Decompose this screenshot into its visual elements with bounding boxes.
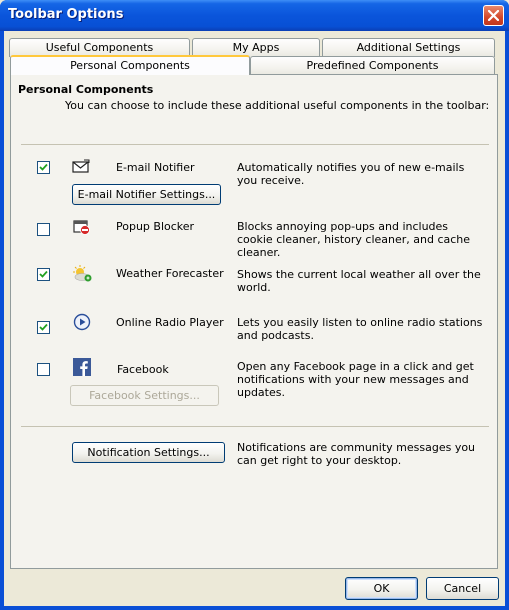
top-divider [21,144,489,145]
ok-button[interactable]: OK [345,577,418,600]
weather-forecaster-label: Weather Forecaster [116,267,224,280]
checkmark-icon [39,163,48,171]
tab-predefined-components[interactable]: Predefined Components [250,56,495,75]
email-notifier-label: E-mail Notifier [116,161,195,174]
online-radio-player-description: Lets you easily listen to online radio s… [237,316,483,342]
bottom-divider [21,426,489,427]
tab-personal-components[interactable]: Personal Components [10,55,250,75]
online-radio-player-label: Online Radio Player [116,316,224,329]
facebook-icon [73,358,91,376]
title-bar[interactable]: Toolbar Options [0,0,509,31]
notification-description: Notifications are community messages you… [237,441,476,467]
close-icon [488,10,499,21]
email-notifier-settings-button[interactable]: E-mail Notifier Settings... [72,184,221,205]
weather-icon [73,265,92,282]
weather-forecaster-checkbox[interactable] [37,268,50,281]
tab-panel: Personal Components You can choose to in… [10,74,498,569]
checkmark-icon [39,323,48,331]
section-subtitle: You can choose to include these addition… [65,99,490,112]
facebook-checkbox[interactable] [37,363,50,376]
popup-blocker-label: Popup Blocker [116,220,195,233]
window-title: Toolbar Options [8,7,124,22]
facebook-description: Open any Facebook page in a click and ge… [237,360,474,399]
section-heading: Personal Components [18,83,154,96]
cancel-button[interactable]: Cancel [426,577,499,600]
toolbar-options-window: Toolbar Options Useful Components My App… [0,0,509,610]
popup-blocker-icon [73,220,90,235]
facebook-settings-button[interactable]: Facebook Settings... [70,385,219,406]
notification-settings-button[interactable]: Notification Settings... [72,442,225,463]
weather-forecaster-description: Shows the current local weather all over… [237,268,481,294]
facebook-label: Facebook [117,363,169,376]
popup-blocker-description: Blocks annoying pop-ups and includes coo… [237,220,471,259]
checkmark-icon [39,270,48,278]
close-button[interactable] [483,5,504,26]
online-radio-player-checkbox[interactable] [37,321,50,334]
dialog-body: Useful Components My Apps Additional Set… [4,31,505,606]
email-notifier-description: Automatically notifies you of new e-mail… [237,161,465,187]
popup-blocker-checkbox[interactable] [37,223,50,236]
play-icon [73,313,91,331]
email-notifier-checkbox[interactable] [37,161,50,174]
tab-additional-settings[interactable]: Additional Settings [322,38,495,57]
envelope-icon [72,159,90,173]
